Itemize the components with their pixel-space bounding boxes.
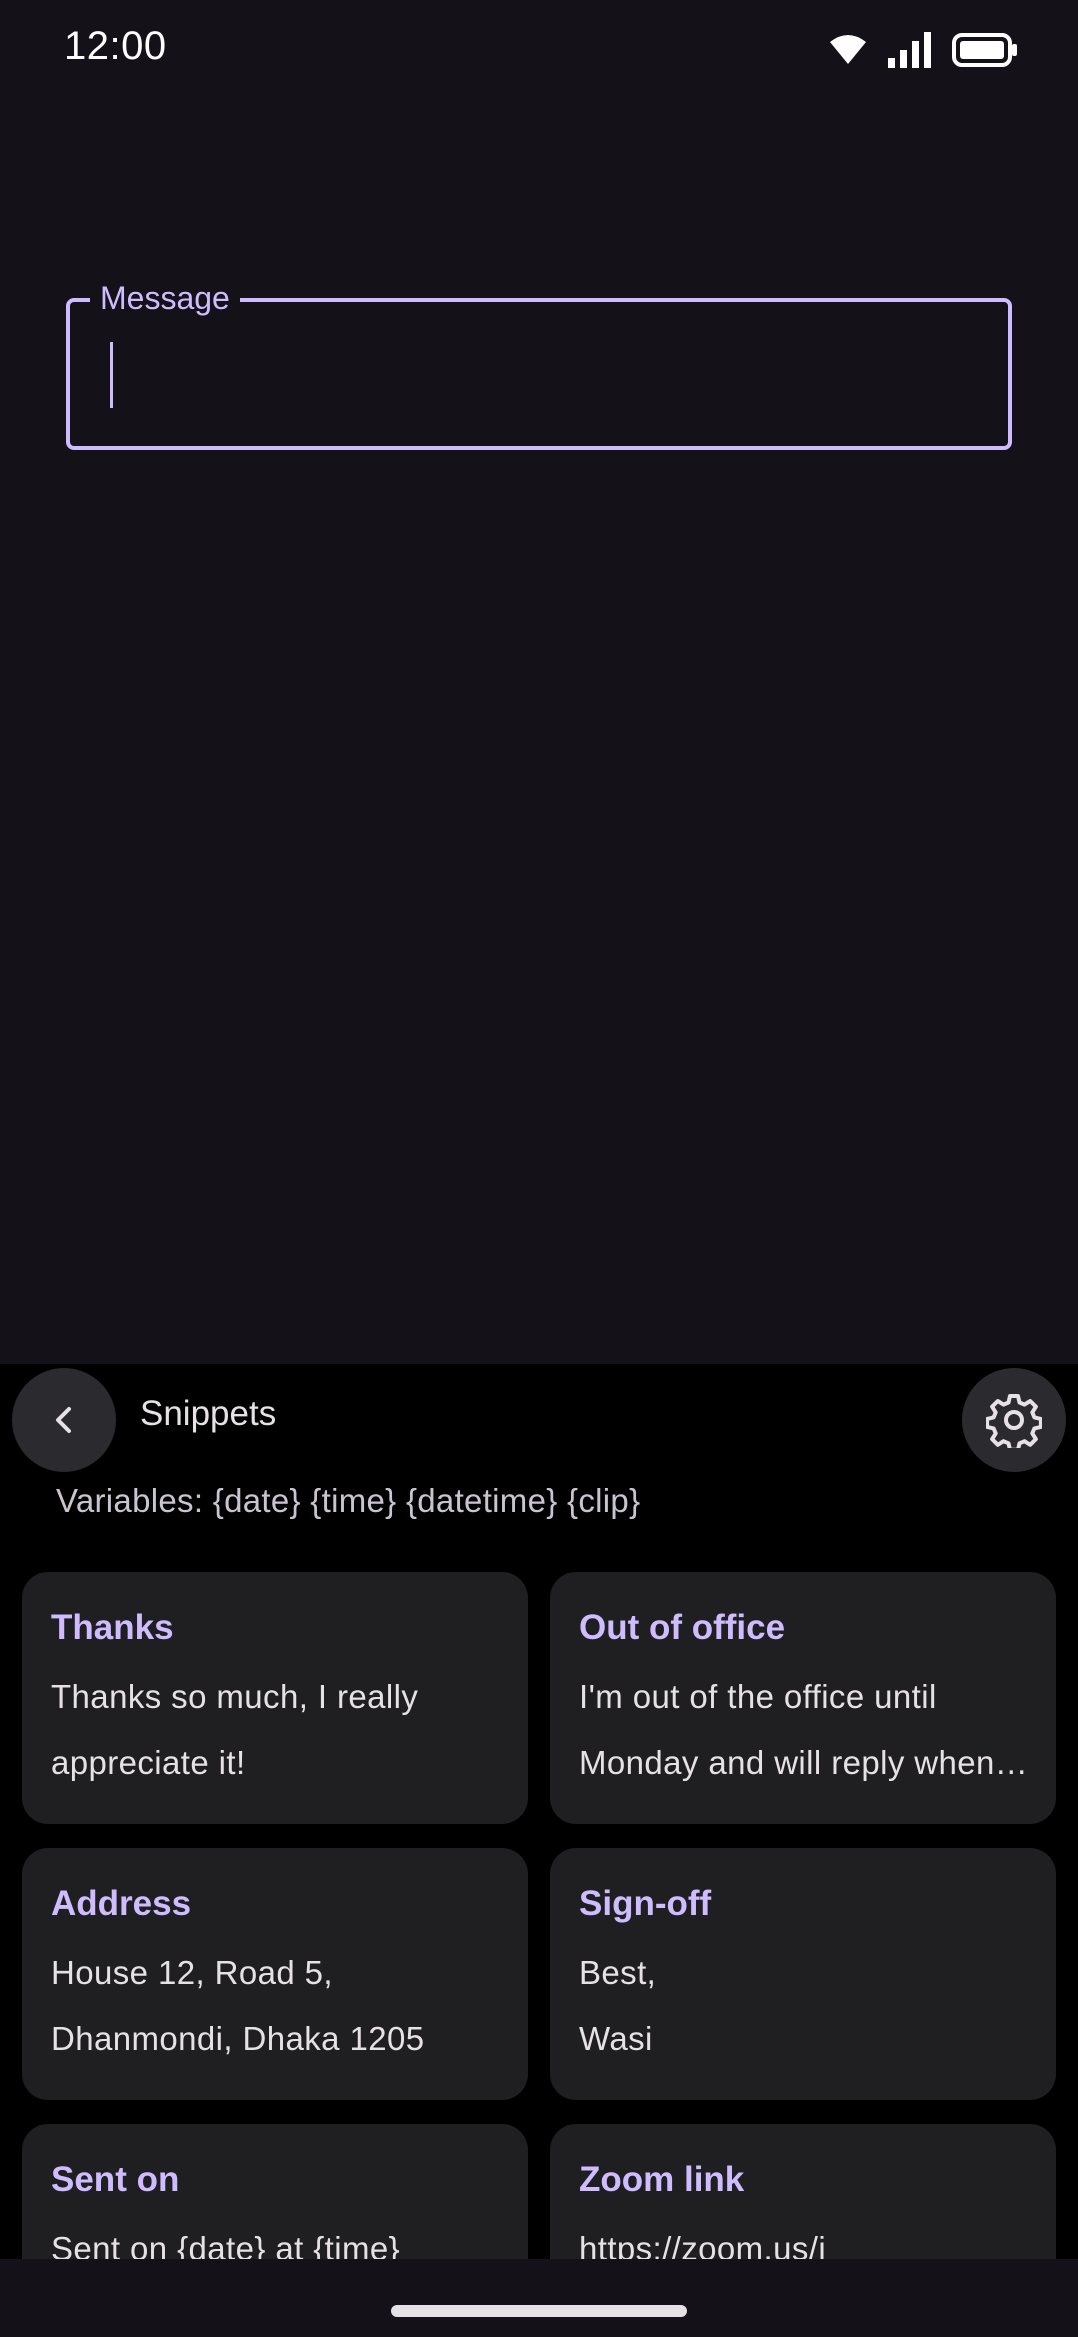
snippet-card-sign-off[interactable]: Sign-off Best, Wasi bbox=[550, 1848, 1056, 2100]
snippet-title: Thanks bbox=[51, 1608, 174, 1647]
snippet-title: Out of office bbox=[579, 1608, 786, 1647]
snippet-title: Address bbox=[51, 1884, 192, 1923]
text-caret bbox=[110, 342, 113, 408]
snippets-grid: Thanks Thanks so much, I really apprecia… bbox=[22, 1572, 1056, 2259]
snippets-panel: Snippets Variables: {date} {time} {datet… bbox=[0, 1364, 1078, 2259]
snippet-title: Sent on bbox=[51, 2160, 180, 2199]
snippet-body: I'm out of the office until Monday and w… bbox=[579, 1678, 995, 1781]
snippet-body-line: Wasi bbox=[579, 2020, 653, 2057]
snippet-title: Sign-off bbox=[579, 1884, 712, 1923]
snippet-card-out-of-office[interactable]: Out of office I'm out of the office unti… bbox=[550, 1572, 1056, 1824]
chevron-left-icon bbox=[56, 1407, 71, 1433]
snippet-body-line: House 12, Road 5, bbox=[51, 1954, 333, 1991]
message-field[interactable]: Message bbox=[66, 276, 1012, 450]
status-time: 12:00 bbox=[64, 24, 167, 68]
cellular-signal-icon bbox=[888, 32, 931, 68]
home-indicator[interactable] bbox=[391, 2305, 687, 2317]
wifi-icon bbox=[830, 35, 866, 64]
snippet-body-line: Best, bbox=[579, 1954, 657, 1991]
snippet-card-thanks[interactable]: Thanks Thanks so much, I really apprecia… bbox=[22, 1572, 528, 1824]
variables-hint: Variables: {date} {time} {datetime} {cli… bbox=[56, 1482, 641, 1519]
snippet-body-line: Dhanmondi, Dhaka 1205 bbox=[51, 2020, 425, 2057]
snippet-body: Sent on {date} at {time} bbox=[51, 2230, 401, 2259]
back-button[interactable] bbox=[12, 1368, 116, 1472]
status-icons bbox=[828, 28, 1018, 72]
snippet-card-zoom-link[interactable]: Zoom link https://zoom.us/j bbox=[550, 2124, 1056, 2259]
snippet-card-sent-on[interactable]: Sent on Sent on {date} at {time} bbox=[22, 2124, 528, 2259]
snippets-header: Snippets bbox=[0, 1364, 1078, 1474]
settings-button[interactable] bbox=[962, 1368, 1066, 1472]
message-field-label: Message bbox=[90, 276, 240, 320]
status-bar: 12:00 bbox=[0, 0, 1078, 100]
gear-icon bbox=[986, 1394, 1042, 1448]
message-input[interactable] bbox=[110, 338, 970, 410]
snippets-title: Snippets bbox=[140, 1394, 277, 1433]
snippet-body: Thanks so much, I really appreciate it! bbox=[51, 1678, 419, 1781]
snippet-body: House 12, Road 5, Dhanmondi, Dhaka 1205 bbox=[51, 1940, 507, 2072]
snippet-title: Zoom link bbox=[579, 2160, 745, 2199]
screen: 12:00 Message Snippets Variables: {date}… bbox=[0, 0, 1078, 2337]
snippet-body: https://zoom.us/j bbox=[579, 2230, 827, 2259]
snippet-body: Best, Wasi bbox=[579, 1940, 1035, 2072]
snippet-card-address[interactable]: Address House 12, Road 5, Dhanmondi, Dha… bbox=[22, 1848, 528, 2100]
battery-icon bbox=[952, 33, 1017, 67]
